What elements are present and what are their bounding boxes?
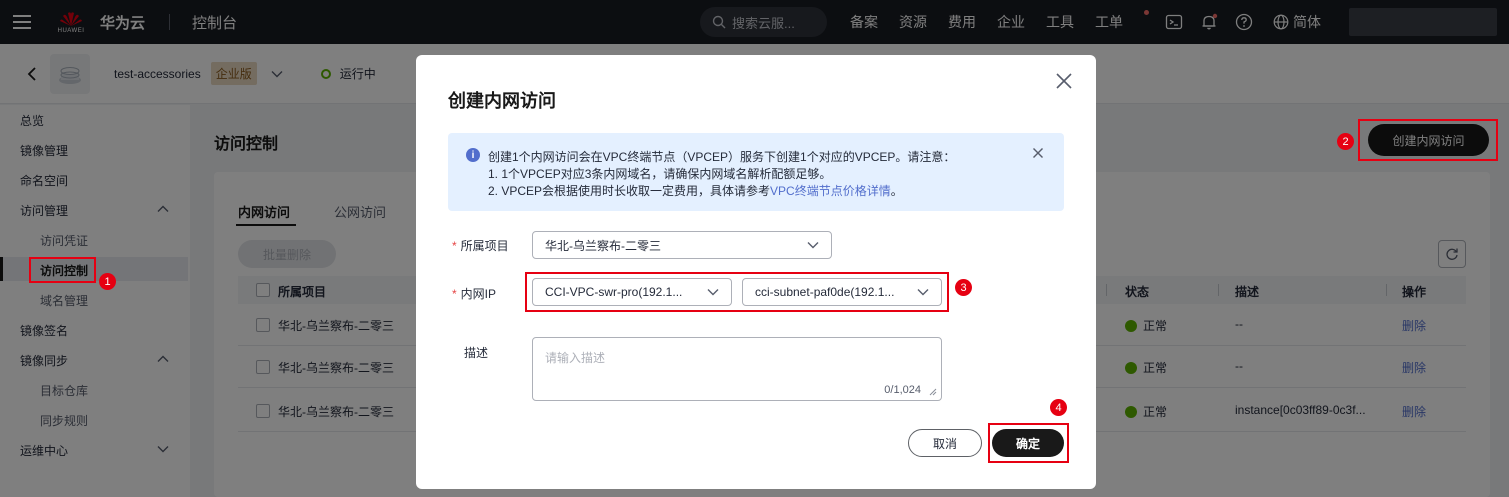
annotation-step-1: 1 — [99, 273, 116, 290]
dialog-title: 创建内网访问 — [448, 91, 556, 111]
description-placeholder: 请输入描述 — [545, 351, 606, 365]
character-count: 0/1,024 — [884, 384, 921, 396]
annotation-step-2: 2 — [1337, 133, 1354, 150]
annotation-highlight-confirm — [988, 423, 1069, 463]
annotation-step-3: 3 — [955, 279, 972, 296]
description-label: 描述 — [464, 346, 489, 360]
annotation-highlight-intranet-ip — [525, 272, 949, 312]
project-label: * 所属项目 — [452, 237, 509, 254]
cancel-button[interactable]: 取消 — [908, 429, 982, 457]
project-label-text: 所属项目 — [460, 239, 509, 253]
annotation-highlight-create-button — [1358, 119, 1498, 161]
required-marker: * — [452, 287, 457, 301]
notice-line-3-end: 。 — [890, 184, 903, 198]
required-marker: * — [452, 239, 457, 253]
intranet-ip-label: * 内网IP — [452, 285, 496, 302]
annotation-step-4: 4 — [1050, 399, 1067, 416]
notice-line-3: 2. VPCEP会根据使用时长收取一定费用，具体请参考VPC终端节点价格详情。 — [488, 182, 903, 199]
notice-line-3-text: 2. VPCEP会根据使用时长收取一定费用，具体请参考 — [488, 184, 771, 198]
project-select-value: 华北-乌兰察布-二零三 — [545, 238, 661, 253]
annotation-highlight-access-control — [29, 257, 96, 283]
notice-line-1: 创建1个内网访问会在VPC终端节点（VPCEP）服务下创建1个对应的VPCEP。… — [488, 150, 956, 164]
info-notice: i 创建1个内网访问会在VPC终端节点（VPCEP）服务下创建1个对应的VPCE… — [448, 133, 1064, 211]
info-icon: i — [466, 148, 480, 162]
close-icon[interactable] — [1032, 147, 1044, 159]
vpcep-pricing-link[interactable]: VPC终端节点价格详情 — [770, 184, 891, 198]
notice-line-2: 1. 1个VPCEP对应3条内网域名，请确保内网域名解析配额足够。 — [488, 167, 832, 181]
chevron-down-icon — [807, 242, 819, 249]
resize-handle-icon[interactable] — [929, 388, 937, 396]
close-icon[interactable] — [1054, 71, 1074, 91]
intranet-ip-label-text: 内网IP — [460, 287, 497, 301]
description-textarea[interactable]: 请输入描述 0/1,024 — [532, 337, 942, 401]
project-select[interactable]: 华北-乌兰察布-二零三 — [532, 231, 832, 259]
